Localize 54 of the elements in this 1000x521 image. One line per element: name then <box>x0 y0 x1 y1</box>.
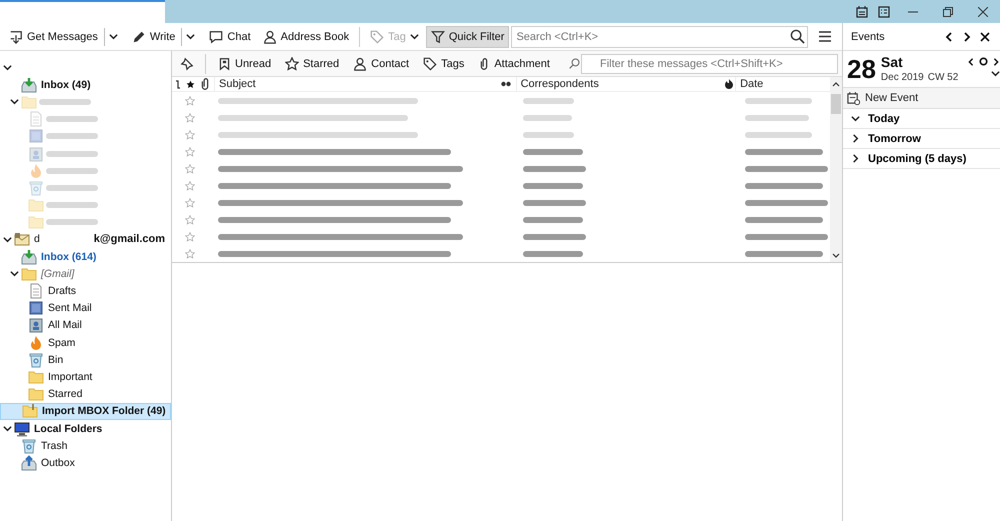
folder-row[interactable]: [Gmail] <box>0 265 171 282</box>
new-event-button[interactable]: New Event <box>843 87 1000 109</box>
filter-toggle[interactable]: Attachment <box>473 54 555 74</box>
folder-row[interactable]: Inbox (49) <box>0 76 171 94</box>
toolbar-button[interactable]: Write <box>126 26 202 48</box>
folder-name: d <box>34 233 40 246</box>
folder-row[interactable]: Trash <box>0 437 171 454</box>
calendar-week: CW 52 <box>928 72 958 83</box>
folder-row[interactable]: Outbox <box>0 454 171 472</box>
toolbar-button[interactable]: Chat <box>204 26 256 48</box>
filter-toggle[interactable]: Contact <box>348 54 414 74</box>
column-header[interactable]: Correspondents <box>516 76 724 92</box>
account-email: k@gmail.com <box>94 233 166 246</box>
weekday: Sat <box>880 55 904 70</box>
column-header[interactable]: Subject <box>214 76 496 92</box>
toolbar-button[interactable]: Quick Filter <box>426 26 510 48</box>
toolbar-button[interactable]: Address Book <box>258 26 354 48</box>
agenda-section[interactable]: Tomorrow <box>843 129 1000 149</box>
folder-name: Drafts <box>48 285 76 298</box>
toolbar-button[interactable]: Get Messages <box>4 26 125 48</box>
folder-row[interactable]: Drafts <box>0 282 171 300</box>
folder-name: All Mail <box>48 319 82 332</box>
folder-row[interactable]: Import MBOX Folder (49) <box>0 402 171 420</box>
folder-name: Trash <box>41 440 68 452</box>
folder-name: Inbox (614) <box>41 250 96 263</box>
filter-toggle[interactable]: Tags <box>418 54 470 74</box>
folder-name: Local Folders <box>34 422 102 435</box>
search-field[interactable]: Search <Ctrl+K> <box>511 26 808 48</box>
folder-name: Important <box>48 370 92 383</box>
folder-name: Outbox <box>41 456 75 469</box>
folder-row[interactable]: Local Folders <box>0 420 171 438</box>
agenda-section[interactable]: Today <box>843 109 1000 129</box>
folder-row[interactable]: Spam <box>0 334 171 352</box>
folder-row[interactable]: All Mail <box>0 316 171 334</box>
folder-name: Starred <box>48 388 82 400</box>
folder-name: [Gmail] <box>41 268 74 280</box>
folder-name: Sent Mail <box>48 302 92 314</box>
folder-name: Bin <box>48 354 64 366</box>
folder-row[interactable]: Sent Mail <box>0 300 171 317</box>
folder-name: Inbox (49) <box>41 78 91 91</box>
pane-title: Events <box>851 30 886 42</box>
agenda-section[interactable]: Upcoming (5 days) <box>843 149 1000 169</box>
filter-field[interactable]: Filter these messages <Ctrl+Shift+K> <box>581 54 838 74</box>
month-year: Dec 2019 <box>880 72 924 83</box>
folder-row[interactable]: Important <box>0 368 171 386</box>
day-number: 28 <box>847 55 876 83</box>
folder-row[interactable]: Inbox (614) <box>0 248 171 266</box>
filter-toggle[interactable]: Starred <box>280 54 344 74</box>
folder-row[interactable]: d k@gmail.com <box>0 230 171 248</box>
filter-toggle[interactable]: Unread <box>213 54 276 74</box>
folder-row[interactable]: Bin <box>0 351 171 368</box>
folder-name: Import MBOX Folder (49) <box>42 405 166 418</box>
folder-row[interactable]: Starred <box>0 386 171 403</box>
folder-name: Spam <box>48 336 76 349</box>
